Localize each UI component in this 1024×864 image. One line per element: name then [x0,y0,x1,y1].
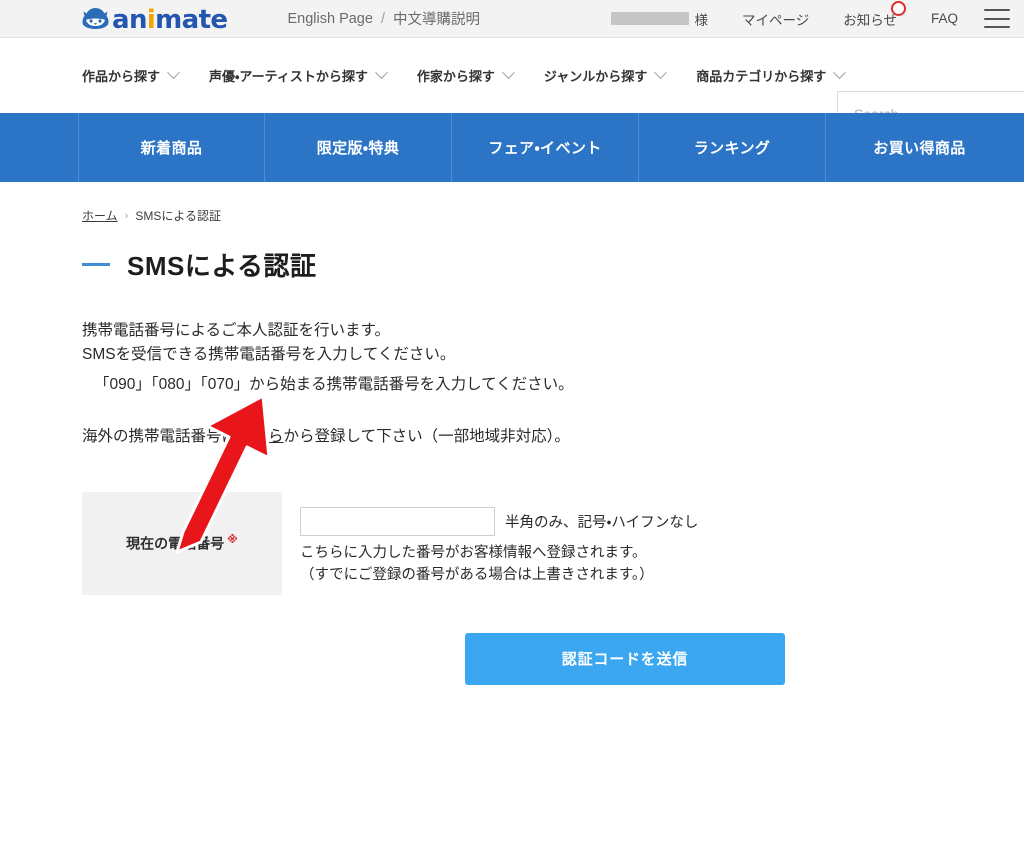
category-item-product-category[interactable]: 商品カテゴリから探す [696,66,847,85]
nav-bargain-products[interactable]: お買い得商品 [826,113,1013,182]
phone-number-input[interactable] [300,506,495,536]
phone-label-cell: 現在の電話番号 ※ [82,491,282,595]
faq-link[interactable]: FAQ [931,11,958,26]
intro-line-1: 携帯電話番号によるご本人認証を行います。 [82,322,390,339]
chevron-down-icon [167,66,180,80]
required-mark: ※ [227,534,238,546]
intro-line-3: 「090」「080」「070」から始まる携帯電話番号を入力してください。 [94,376,574,394]
language-separator: / [380,10,385,27]
category-item-label: 作家から探す [416,69,495,84]
nav-fair-event[interactable]: フェア・イベント [452,113,639,182]
intro-text: 携帯電話番号によるご本人認証を行います。 SMSを受信できる携帯電話番号を入力し… [82,319,1024,367]
category-nav-bar: 作品から探す 声優・アーティストから探す 作家から探す ジャンルから探す 商品カ… [0,38,1024,113]
primary-nav-items: 新着商品 限定版・特典 フェア・イベント ランキング お買い得商品 [78,113,1024,182]
phone-field-note: こちらに入力した番号がお客様情報へ登録されます。 （すでにご登録の番号がある場合… [300,542,698,587]
hamburger-bar [984,9,1010,11]
overseas-notice: 海外の携帯電話番号はこちらから登録して下さい（一部地域非対応）。 [82,424,1024,446]
category-item-genre[interactable]: ジャンルから探す [543,66,668,85]
chinese-guide-link[interactable]: 中文導購説明 [393,8,480,29]
breadcrumb-current: SMSによる認証 [135,209,221,223]
title-dash-icon [82,263,110,266]
phone-input-line: 半角のみ、記号・ハイフンなし [300,506,699,536]
page-title: SMSによる認証 [82,246,1024,283]
page-root: animate English Page / 中文導購説明 様 マイページ お知… [0,0,1024,864]
category-item-label: 作品から探す [82,69,161,84]
nav-new-products[interactable]: 新着商品 [78,113,265,182]
phone-field-cell: 半角のみ、記号・ハイフンなし こちらに入力した番号がお客様情報へ登録されます。 … [282,492,698,595]
phone-note-line-1: こちらに入力した番号がお客様情報へ登録されます。 [300,544,647,561]
category-nav-items: 作品から探す 声優・アーティストから探す 作家から探す ジャンルから探す 商品カ… [82,66,875,85]
utility-header: animate English Page / 中文導購説明 様 マイページ お知… [0,0,1024,38]
nav-limited-edition[interactable]: 限定版・特典 [265,113,452,182]
notifications-label: お知らせ [843,12,897,28]
user-honorific: 様 [694,12,709,28]
submit-button-wrap: 認証コードを送信 [82,632,1024,685]
search-input[interactable] [837,91,1024,113]
breadcrumb-separator: › [124,209,129,222]
phone-form-row: 現在の電話番号 ※ 半角のみ、記号・ハイフンなし こちらに入力した番号がお客様情報… [82,491,1024,595]
overseas-register-link[interactable]: こちら [237,428,284,445]
category-item-works[interactable]: 作品から探す [82,66,180,85]
language-links: English Page / 中文導購説明 [287,8,479,29]
phone-input-hint: 半角のみ、記号・ハイフンなし [505,514,699,531]
notifications-link[interactable]: お知らせ [843,0,906,29]
chevron-down-icon [833,66,847,80]
breadcrumb: ホーム › SMSによる認証 [82,207,1024,224]
send-verification-code-button[interactable]: 認証コードを送信 [465,632,785,685]
hamburger-bar [984,26,1010,28]
hamburger-menu-icon[interactable] [984,9,1010,28]
user-name-chip[interactable]: 様 [610,9,709,29]
page-title-text: SMSによる認証 [127,251,317,281]
phone-note-line-2: （すでにご登録の番号がある場合は上書きされます。） [300,567,654,584]
overseas-prefix: 海外の携帯電話番号は [82,427,238,445]
mypage-link[interactable]: マイページ [742,9,809,29]
animate-wordmark: animate [112,4,228,35]
utility-right-group: 様 マイページ お知らせ FAQ [610,0,1024,29]
english-page-link[interactable]: English Page [287,11,372,27]
hamburger-bar [984,17,1010,20]
chevron-down-icon [654,66,668,80]
chevron-down-icon [375,66,388,80]
animate-mascot-icon [82,8,109,29]
breadcrumb-home-link[interactable]: ホーム [82,207,118,224]
animate-logo[interactable]: animate [82,4,228,35]
main-content: ホーム › SMSによる認証 SMSによる認証 携帯電話番号によるご本人認証を行… [0,207,1024,685]
nav-ranking[interactable]: ランキング [639,113,826,182]
username-redacted [610,12,689,25]
category-item-authors[interactable]: 作家から探す [416,66,515,85]
category-item-label: 声優・アーティストから探す [209,69,368,84]
chevron-down-icon [502,66,515,80]
category-item-voice-actors[interactable]: 声優・アーティストから探す [209,66,388,85]
category-item-label: ジャンルから探す [543,69,648,84]
primary-nav-bar: 新着商品 限定版・特典 フェア・イベント ランキング お買い得商品 [0,113,1024,182]
overseas-suffix: から登録して下さい（一部地域非対応）。 [283,427,570,445]
notification-badge-icon [890,0,906,16]
intro-line-2: SMSを受信できる携帯電話番号を入力してください。 [82,346,456,364]
category-item-label: 商品カテゴリから探す [696,69,827,84]
phone-label-text: 現在の電話番号 ※ [126,534,238,552]
